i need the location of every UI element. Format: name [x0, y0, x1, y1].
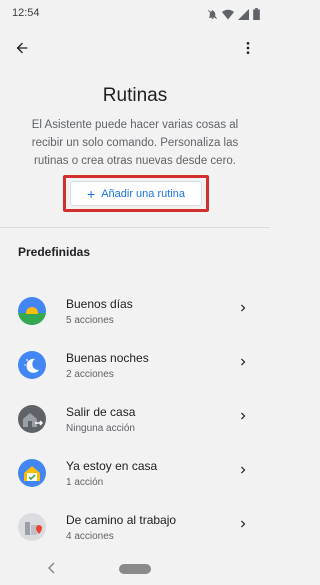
routine-actions-count: 1 acción	[66, 477, 104, 488]
leaving-home-icon	[18, 405, 46, 433]
routine-item-buenas-noches[interactable]: Buenas noches 2 acciones	[0, 347, 270, 395]
home-check-icon	[18, 459, 46, 487]
routine-item-de-camino-al-trabajo[interactable]: De camino al trabajo 4 acciones	[0, 509, 270, 557]
system-nav-bar	[0, 555, 270, 585]
routine-actions-count: 4 acciones	[66, 531, 114, 542]
signal-icon	[238, 8, 249, 20]
chevron-right-icon	[241, 358, 246, 366]
section-title: Predefinidas	[18, 245, 91, 259]
routine-actions-count: Ninguna acción	[66, 423, 135, 434]
chevron-right-icon	[241, 520, 246, 528]
battery-icon	[253, 8, 260, 20]
more-vert-icon	[246, 42, 250, 54]
routine-name: Buenas noches	[66, 351, 149, 365]
nav-back-icon[interactable]	[47, 562, 57, 574]
status-time: 12:54	[12, 7, 40, 19]
arrow-back-icon	[16, 42, 28, 54]
add-routine-button[interactable]: + Añadir una rutina	[70, 181, 202, 206]
status-bar: 12:54	[0, 0, 270, 28]
chevron-right-icon	[241, 304, 246, 312]
routine-name: Buenos días	[66, 297, 133, 311]
routine-actions-count: 5 acciones	[66, 315, 114, 326]
nav-home-pill[interactable]	[119, 564, 151, 574]
chevron-right-icon	[241, 466, 246, 474]
routine-item-buenos-dias[interactable]: Buenos días 5 acciones	[0, 293, 270, 341]
add-routine-label: Añadir una rutina	[101, 187, 185, 200]
top-app-bar	[0, 28, 270, 68]
moon-icon	[18, 351, 46, 379]
more-options-button[interactable]	[236, 36, 260, 60]
routine-actions-count: 2 acciones	[66, 369, 114, 380]
routine-name: Salir de casa	[66, 405, 136, 419]
status-icons	[207, 8, 260, 20]
back-button[interactable]	[10, 36, 34, 60]
chevron-right-icon	[241, 412, 246, 420]
wifi-icon	[222, 9, 234, 19]
routine-name: Ya estoy en casa	[66, 459, 158, 473]
page-description: El Asistente puede hacer varias cosas al…	[31, 119, 239, 167]
plus-icon: +	[87, 185, 96, 202]
notifications-off-icon	[208, 9, 217, 19]
commute-icon	[18, 513, 46, 541]
routine-item-ya-estoy-en-casa[interactable]: Ya estoy en casa 1 acción	[0, 455, 270, 503]
page-title: Rutinas	[102, 85, 168, 106]
sunrise-icon	[18, 297, 46, 325]
routine-item-salir-de-casa[interactable]: Salir de casa Ninguna acción	[0, 401, 270, 449]
divider	[0, 227, 270, 228]
routine-name: De camino al trabajo	[66, 513, 177, 527]
